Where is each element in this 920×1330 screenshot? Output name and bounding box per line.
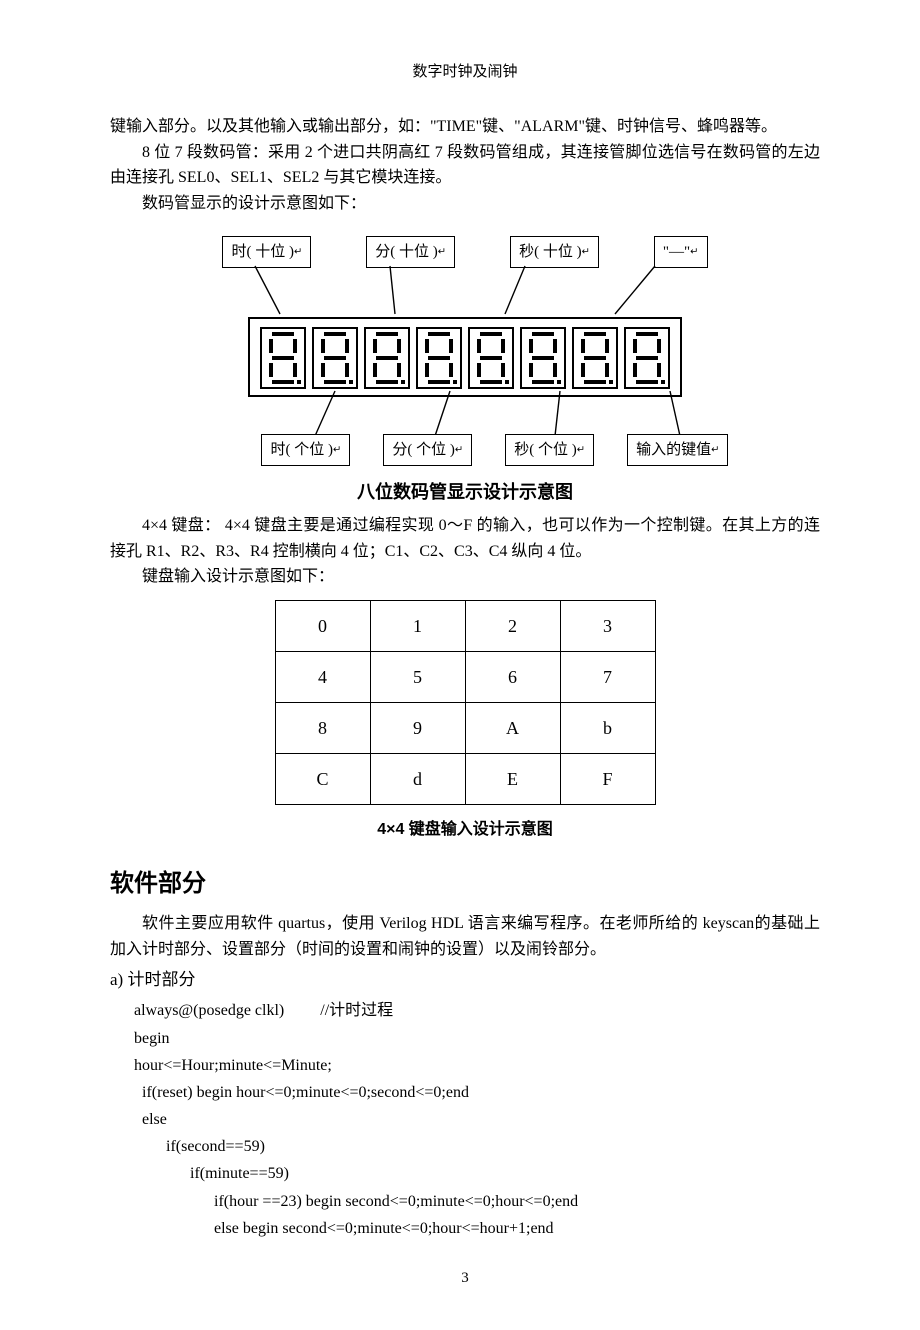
heading-a-timing: a) 计时部分	[110, 966, 820, 993]
digit-0	[260, 327, 306, 389]
paragraph-6: 软件主要应用软件 quartus，使用 Verilog HDL 语言来编写程序。…	[110, 911, 820, 962]
key-4: 4	[275, 651, 370, 702]
paragraph-5: 键盘输入设计示意图如下：	[110, 564, 820, 590]
key-b: b	[560, 702, 655, 753]
paragraph-4: 4×4 键盘： 4×4 键盘主要是通过编程实现 0～F 的输入，也可以作为一个控…	[110, 513, 820, 564]
digit-6	[572, 327, 618, 389]
paragraph-3: 数码管显示的设计示意图如下：	[110, 191, 820, 217]
key-3: 3	[560, 600, 655, 651]
key-e: E	[465, 753, 560, 804]
keypad-caption: 4×4 键盘输入设计示意图	[110, 817, 820, 843]
digit-1	[312, 327, 358, 389]
digit-7	[624, 327, 670, 389]
key-5: 5	[370, 651, 465, 702]
paragraph-2: 8 位 7 段数码管：采用 2 个进口共阴高红 7 段数码管组成，其连接管脚位选…	[110, 140, 820, 191]
key-a: A	[465, 702, 560, 753]
seven-seg-diagram: 时( 十位 )↵ 分( 十位 )↵ 秒( 十位 )↵ "—"↵	[110, 236, 820, 466]
key-7: 7	[560, 651, 655, 702]
code-block: always@(posedge clkl) //计时过程 begin hour<…	[134, 997, 820, 1242]
label-bot-0: 时( 个位 )↵	[261, 434, 350, 466]
digit-3	[416, 327, 462, 389]
keypad-table: 0 1 2 3 4 5 6 7 8 9 A b C d E F	[275, 600, 656, 805]
key-0: 0	[275, 600, 370, 651]
label-bot-2-text: 秒( 个位 )	[514, 442, 577, 458]
key-d: d	[370, 753, 465, 804]
key-1: 1	[370, 600, 465, 651]
seven-seg-display	[248, 317, 682, 397]
key-9: 9	[370, 702, 465, 753]
diagram1-caption: 八位数码管显示设计示意图	[110, 478, 820, 507]
digit-4	[468, 327, 514, 389]
paragraph-1: 键输入部分。以及其他输入或输出部分，如："TIME"键、"ALARM"键、时钟信…	[110, 114, 820, 140]
page-header: 数字时钟及闹钟	[110, 60, 820, 84]
label-bot-3-text: 输入的键值	[636, 442, 711, 458]
label-bot-1-text: 分( 个位 )	[392, 442, 455, 458]
key-c: C	[275, 753, 370, 804]
key-f: F	[560, 753, 655, 804]
page-number: 3	[110, 1266, 820, 1290]
heading-software: 软件部分	[110, 865, 820, 903]
label-bot-1: 分( 个位 )↵	[383, 434, 472, 466]
key-6: 6	[465, 651, 560, 702]
label-bot-2: 秒( 个位 )↵	[505, 434, 594, 466]
digit-2	[364, 327, 410, 389]
label-bot-3: 输入的键值↵	[627, 434, 728, 466]
label-bot-0-text: 时( 个位 )	[270, 442, 333, 458]
key-2: 2	[465, 600, 560, 651]
key-8: 8	[275, 702, 370, 753]
digit-5	[520, 327, 566, 389]
